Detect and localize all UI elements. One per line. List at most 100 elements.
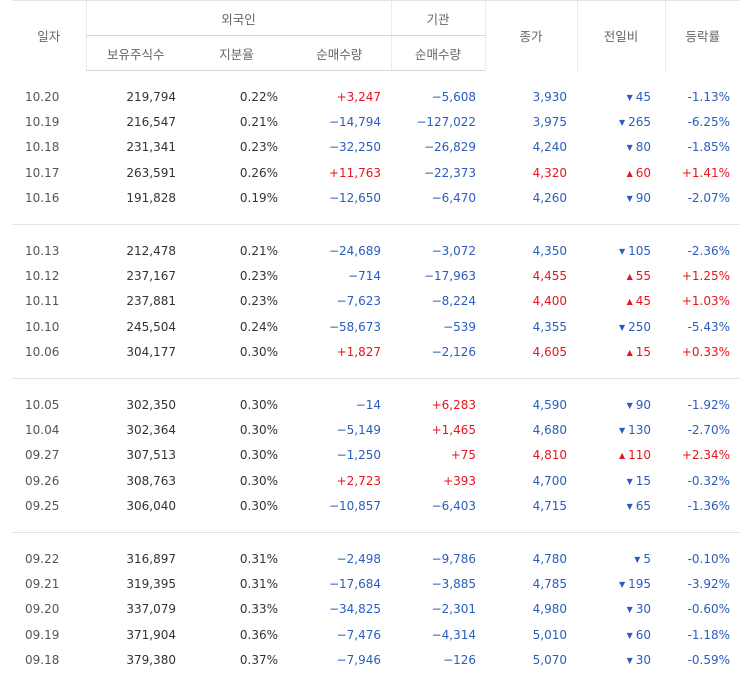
close-cell: 4,680: [532, 422, 568, 437]
change-cell: ▼ 80: [577, 135, 665, 160]
date-cell: 10.12: [25, 269, 60, 284]
ratio-cell: 0.30%: [239, 448, 278, 463]
ratio-cell: 0.33%: [239, 602, 278, 617]
rate-cell: -2.07%: [687, 191, 731, 206]
spacer-cell: [12, 224, 740, 238]
table-row: 10.12 237,167 0.23% −714 −17,963 4,455 ▲ 55 +1.2…: [12, 263, 740, 288]
down-triangle-icon: ▼: [626, 400, 633, 410]
table-row: 10.16 191,828 0.19% −12,650 −6,470 4,260 ▼ 90 -2…: [12, 186, 740, 211]
inst-net-cell: +1,465: [431, 422, 477, 437]
holdings-cell: 237,881: [126, 294, 176, 309]
holdings-cell: 337,079: [126, 602, 176, 617]
date-cell: 09.21: [25, 576, 60, 591]
date-cell: 10.16: [25, 191, 60, 206]
change-value: 250: [628, 319, 652, 334]
ratio-cell: 0.24%: [239, 319, 278, 334]
date-cell: 10.20: [25, 89, 60, 104]
date-cell: 10.05: [25, 397, 60, 412]
holdings-cell: 216,547: [126, 115, 176, 130]
divider-cell: [12, 210, 740, 225]
holdings-cell: 308,763: [126, 473, 176, 488]
rate-cell: +1.25%: [681, 269, 731, 284]
change-cell: ▼ 265: [577, 109, 665, 134]
change-value: 30: [635, 653, 652, 668]
inst-net-cell: −2,301: [431, 602, 477, 617]
ratio-cell: 0.30%: [239, 499, 278, 514]
col-header-date: 일자: [37, 29, 61, 45]
rate-cell: -0.59%: [687, 653, 731, 668]
col-header-inst-net: 순매수량: [390, 35, 486, 71]
close-cell: 5,070: [532, 653, 568, 668]
date-cell: 10.17: [25, 165, 60, 180]
date-cell: 10.10: [25, 319, 60, 334]
change-cell: ▼ 60: [577, 622, 665, 647]
rate-cell: +1.41%: [681, 165, 731, 180]
holdings-cell: 263,591: [126, 165, 176, 180]
divider-cell: [12, 364, 740, 379]
foreign-institution-trading-table: 일자 외국인 기관 종가 전일비 등락률 보유주식수 지분율 순매수량 순매수량…: [12, 0, 740, 673]
rate-cell: +2.34%: [681, 448, 731, 463]
down-triangle-icon: ▼: [618, 579, 626, 589]
change-cell: ▼ 45: [577, 84, 665, 109]
change-cell: ▼ 250: [577, 314, 665, 339]
table-row: 10.19 216,547 0.21% −14,794 −127,022 3,975 ▼ 26…: [12, 109, 740, 134]
inst-net-cell: +393: [443, 473, 477, 488]
holdings-cell: 231,341: [126, 140, 176, 155]
foreign-net-cell: −1,250: [336, 448, 382, 463]
col-header-close: 종가: [484, 0, 578, 71]
up-triangle-icon: ▲: [626, 297, 633, 307]
holdings-cell: 302,364: [126, 422, 176, 437]
table-row: 09.18 379,380 0.37% −7,946 −126 5,070 ▼ 30 -0.59…: [12, 647, 740, 672]
inst-net-cell: −2,126: [431, 345, 477, 360]
holdings-cell: 237,167: [126, 269, 176, 284]
holdings-cell: 319,395: [126, 576, 176, 591]
down-triangle-icon: ▼: [626, 502, 633, 512]
close-cell: 5,010: [532, 627, 568, 642]
ratio-cell: 0.23%: [239, 294, 278, 309]
divider-cell: [12, 518, 740, 533]
table-row: 10.05 302,350 0.30% −14 +6,283 4,590 ▼ 90 -1.92%: [12, 392, 740, 417]
change-value: 130: [628, 422, 652, 437]
date-cell: 10.18: [25, 140, 60, 155]
holdings-cell: 307,513: [126, 448, 176, 463]
down-triangle-icon: ▼: [626, 656, 633, 666]
foreign-net-cell: −12,650: [328, 191, 382, 206]
foreign-net-cell: −14,794: [328, 115, 382, 130]
close-cell: 4,605: [532, 345, 568, 360]
holdings-cell: 302,350: [126, 397, 176, 412]
close-cell: 3,975: [532, 115, 568, 130]
foreign-net-cell: −34,825: [328, 602, 382, 617]
inst-net-cell: −17,963: [423, 269, 477, 284]
group-divider: [12, 210, 740, 225]
close-cell: 4,260: [532, 191, 568, 206]
change-cell: ▼ 30: [577, 597, 665, 622]
holdings-cell: 212,478: [126, 243, 176, 258]
change-cell: ▼ 90: [577, 186, 665, 211]
inst-net-cell: +6,283: [431, 397, 477, 412]
table-row: 10.10 245,504 0.24% −58,673 −539 4,355 ▼ 250 -5.…: [12, 314, 740, 339]
holdings-cell: 316,897: [126, 551, 176, 566]
change-value: 90: [635, 191, 652, 206]
table-row: 10.17 263,591 0.26% +11,763 −22,373 4,320 ▲ 60 +…: [12, 160, 740, 185]
ratio-cell: 0.37%: [239, 653, 278, 668]
rate-cell: -0.32%: [687, 473, 731, 488]
col-header-rate: 등락률: [664, 0, 740, 71]
inst-net-cell: −8,224: [431, 294, 477, 309]
change-cell: ▲ 45: [577, 289, 665, 314]
down-triangle-icon: ▼: [618, 118, 626, 128]
change-cell: ▼ 15: [577, 468, 665, 493]
change-cell: ▼ 90: [577, 392, 665, 417]
ratio-cell: 0.31%: [239, 576, 278, 591]
table-row: 10.04 302,364 0.30% −5,149 +1,465 4,680 ▼ 130 -2…: [12, 417, 740, 442]
date-cell: 09.27: [25, 448, 60, 463]
holdings-cell: 371,904: [126, 627, 176, 642]
inst-net-cell: −6,470: [431, 191, 477, 206]
rate-cell: -0.10%: [687, 551, 731, 566]
table-row: 09.25 306,040 0.30% −10,857 −6,403 4,715 ▼ 65 -1…: [12, 493, 740, 518]
ratio-cell: 0.21%: [239, 243, 278, 258]
change-value: 110: [628, 448, 652, 463]
table-header: 일자 외국인 기관 종가 전일비 등락률 보유주식수 지분율 순매수량 순매수량: [12, 0, 740, 71]
table-row: 09.21 319,395 0.31% −17,684 −3,885 4,785 ▼ 195 -…: [12, 571, 740, 596]
down-triangle-icon: ▼: [626, 194, 633, 204]
table-row: 09.19 371,904 0.36% −7,476 −4,314 5,010 ▼ 60 -1.…: [12, 622, 740, 647]
